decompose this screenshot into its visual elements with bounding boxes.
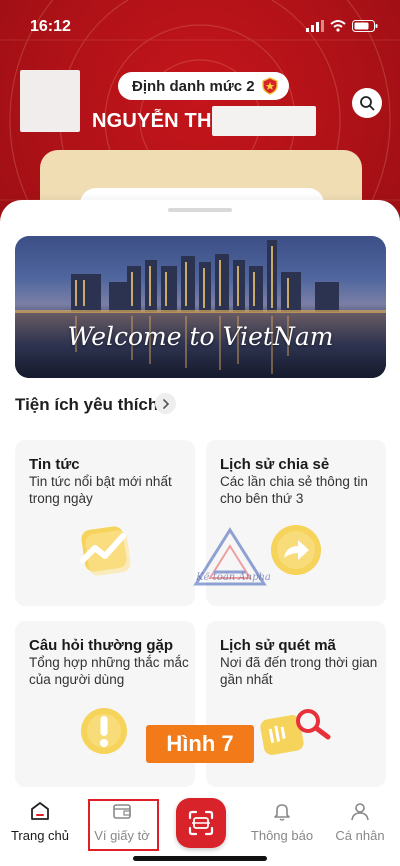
- shield-star-icon: [261, 77, 278, 95]
- watermark-text: Kế toán Anpha: [196, 572, 271, 583]
- wifi-icon: [330, 20, 346, 32]
- home-icon: [31, 802, 49, 820]
- wallet-highlight-box: [88, 799, 159, 851]
- tile-title: Lịch sử quét mã: [220, 637, 336, 654]
- tile-title: Lịch sử chia sẻ: [220, 456, 330, 473]
- nav-notifications[interactable]: Thông báo: [242, 800, 322, 843]
- signal-icon: [306, 20, 324, 32]
- tile-title: Tin tức: [29, 456, 80, 473]
- identity-level-badge[interactable]: Định danh mức 2: [118, 72, 289, 100]
- tile-description: Nơi đã đến trong thời gian gần nhất: [220, 655, 378, 687]
- battery-icon: [352, 20, 378, 32]
- user-name: NGUYỄN THỊ: [92, 110, 218, 132]
- search-icon: [360, 96, 375, 111]
- share-arrow-icon: [271, 525, 321, 575]
- scan-qr-icon: [188, 810, 214, 836]
- person-icon: [351, 803, 369, 821]
- favorites-title: Tiện ích yêu thích: [15, 395, 159, 414]
- figure-label: Hình 7: [146, 725, 254, 763]
- nav-home[interactable]: Trang chủ: [0, 800, 80, 843]
- app-screen: 16:12 Định danh mức 2 NGUYỄN THỊ Welcome…: [0, 0, 400, 866]
- nav-label: Thông báo: [250, 828, 314, 843]
- name-redacted-block: [212, 106, 316, 136]
- bottom-sheet: Welcome to VietNam Tiện ích yêu thích Ti…: [0, 200, 400, 800]
- tile-title: Câu hỏi thường gặp: [29, 637, 174, 654]
- identity-level-label: Định danh mức 2: [132, 77, 255, 95]
- welcome-banner[interactable]: Welcome to VietNam: [15, 236, 386, 378]
- exclamation-icon: [81, 708, 127, 754]
- sheet-grabber[interactable]: [168, 208, 232, 212]
- tile-description: Tổng hợp những thắc mắc của người dùng: [29, 655, 189, 687]
- tile-news[interactable]: Tin tức Tin tức nổi bật mới nhất trong n…: [15, 440, 195, 606]
- favorites-more-button[interactable]: [155, 393, 176, 414]
- tile-description: Các lần chia sẻ thông tin cho bên thứ 3: [220, 474, 368, 506]
- chevron-right-icon: [162, 398, 169, 409]
- home-indicator: [133, 856, 267, 861]
- status-icons: [306, 20, 378, 32]
- banner-caption: Welcome to VietNam: [67, 322, 334, 351]
- tile-description: Tin tức nổi bật mới nhất trong ngày: [29, 474, 172, 506]
- search-button[interactable]: [352, 88, 382, 118]
- city-skyline-image: [15, 240, 386, 378]
- scan-qr-button[interactable]: [176, 798, 226, 848]
- nav-label: Cá nhân: [335, 828, 385, 843]
- avatar[interactable]: [20, 70, 80, 132]
- scan-search-icon: [260, 709, 331, 755]
- news-chart-icon: [80, 526, 131, 576]
- status-bar: 16:12: [0, 0, 400, 46]
- nav-profile[interactable]: Cá nhân: [320, 800, 400, 843]
- bell-icon: [274, 804, 290, 821]
- status-time: 16:12: [30, 18, 71, 35]
- nav-label: Trang chủ: [10, 828, 70, 843]
